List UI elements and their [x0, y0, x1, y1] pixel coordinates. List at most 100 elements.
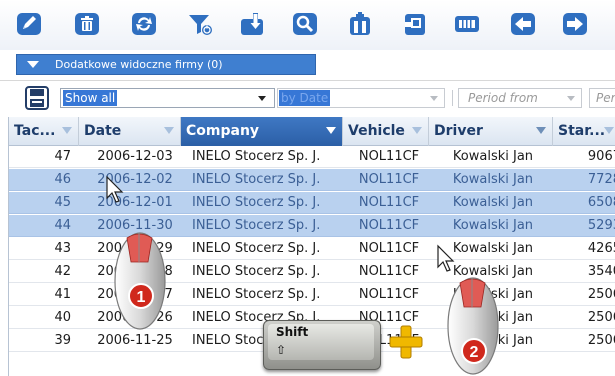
- cell-vehicle: NOL11CF: [358, 241, 420, 256]
- cell-date: 2006-11-30: [97, 218, 173, 233]
- filter-icon: [189, 15, 212, 35]
- grid-header: Tac... Date Company Vehicle Driver Star.…: [9, 117, 615, 146]
- column-header-vehicle[interactable]: Vehicle: [343, 117, 429, 146]
- cell-start: 6508: [587, 195, 615, 210]
- insert-column-button[interactable]: [345, 10, 375, 38]
- view-select[interactable]: Show all: [60, 88, 275, 108]
- export-icon: [405, 14, 425, 35]
- edit-button[interactable]: [14, 10, 44, 38]
- column-filter-icon[interactable]: [326, 127, 336, 134]
- column-header-label: Driver: [434, 123, 483, 139]
- cell-vehicle: NOL11CF: [358, 264, 420, 279]
- column-header-tachograph[interactable]: Tac...: [9, 117, 79, 146]
- divider: [452, 90, 453, 106]
- table-row[interactable]: 41 2006-11-27 INELO Stocerz Sp. J. NOL11CF K…: [9, 284, 615, 306]
- cell-tac: 42: [54, 264, 71, 279]
- cell-company: INELO Stocerz Sp. J.: [192, 172, 321, 187]
- cell-date: 2006-12-01: [97, 195, 173, 210]
- cell-vehicle: NOL11CF: [358, 149, 420, 164]
- cell-start: 4265: [587, 241, 615, 256]
- import-icon: [241, 13, 263, 35]
- cell-company: INELO Stocerz Sp. J.: [192, 241, 321, 256]
- column-header-date[interactable]: Date: [79, 117, 181, 146]
- back-button[interactable]: [508, 10, 538, 38]
- cell-tac: 40: [54, 310, 71, 325]
- column-header-label: Tac...: [14, 123, 56, 139]
- save-icon[interactable]: [24, 86, 50, 110]
- export-button[interactable]: [400, 10, 430, 38]
- cell-tac: 44: [54, 218, 71, 233]
- cell-tac: 41: [54, 287, 71, 302]
- cell-tac: 39: [54, 333, 71, 348]
- cell-date: 2006-11-28: [97, 264, 173, 279]
- cell-driver: Kowalski Jan: [452, 149, 534, 164]
- cell-vehicle: NOL11CF: [358, 287, 420, 302]
- column-width-button[interactable]: [452, 10, 482, 38]
- search-button[interactable]: [290, 10, 320, 38]
- cell-company: INELO Stocerz Sp. J.: [192, 264, 321, 279]
- cell-driver: Kowalski Jan: [452, 264, 534, 279]
- column-header-company[interactable]: Company: [181, 117, 343, 146]
- period-to-placeholder: Period to: [596, 91, 615, 105]
- chevron-down-icon[interactable]: [258, 96, 266, 101]
- shift-key: Shift ⇧: [263, 320, 381, 370]
- edit-icon: [17, 13, 41, 35]
- cell-tac: 45: [54, 195, 71, 210]
- column-filter-icon[interactable]: [536, 127, 546, 134]
- column-header-label: Company: [186, 123, 260, 139]
- table-row[interactable]: 47 2006-12-03 INELO Stocerz Sp. J. NOL11CF K…: [9, 146, 615, 168]
- cell-start: 2506: [587, 287, 615, 302]
- period-to-field[interactable]: Period to: [589, 88, 615, 108]
- column-filter-icon[interactable]: [604, 127, 614, 134]
- column-filter-icon[interactable]: [412, 127, 422, 134]
- cell-vehicle: NOL11CF: [358, 195, 420, 210]
- column-header-label: Vehicle: [348, 123, 405, 139]
- refresh-icon: [132, 13, 156, 35]
- cell-tac: 46: [54, 172, 71, 187]
- cell-start: 2506: [587, 333, 615, 348]
- filter-button[interactable]: [185, 10, 215, 38]
- column-header-start[interactable]: Star...: [553, 117, 615, 146]
- cell-company: INELO Stocerz Sp. J.: [192, 287, 321, 302]
- chevron-down-icon[interactable]: [567, 96, 575, 101]
- shift-key-label: Shift: [276, 325, 309, 339]
- additional-companies-bar[interactable]: Dodatkowe widoczne firmy (0): [16, 54, 316, 75]
- forward-arrow-icon: [563, 13, 587, 35]
- cell-start: 7728: [587, 172, 615, 187]
- insert-column-icon: [350, 12, 370, 35]
- table-row[interactable]: 42 2006-11-28 INELO Stocerz Sp. J. NOL11CF K…: [9, 261, 615, 283]
- refresh-button[interactable]: [129, 10, 159, 38]
- cell-company: INELO Stocerz Sp. J.: [192, 218, 321, 233]
- cell-start: 9067: [587, 149, 615, 164]
- period-from-field[interactable]: Period from: [458, 88, 582, 108]
- table-row[interactable]: 46 2006-12-02 INELO Stocerz Sp. J. NOL11CF K…: [9, 169, 615, 191]
- forward-button[interactable]: [560, 10, 590, 38]
- column-filter-icon[interactable]: [164, 127, 174, 134]
- cell-start: 3540: [587, 264, 615, 279]
- cell-date: 2006-11-29: [97, 241, 173, 256]
- column-width-icon: [455, 16, 479, 32]
- filter-row: Show all by Date Period from Period to: [0, 80, 615, 114]
- chevron-down-icon[interactable]: [430, 96, 438, 101]
- cell-company: INELO Stocerz Sp. J.: [192, 149, 321, 164]
- cell-driver: Kowalski Jan: [452, 172, 534, 187]
- delete-button[interactable]: [72, 10, 102, 38]
- column-header-driver[interactable]: Driver: [429, 117, 553, 146]
- import-button[interactable]: [238, 10, 268, 38]
- cell-vehicle: NOL11CF: [358, 172, 420, 187]
- column-header-label: Date: [84, 123, 122, 139]
- sort-select[interactable]: by Date: [277, 88, 445, 108]
- cell-date: 2006-11-27: [97, 287, 173, 302]
- additional-companies-label: Dodatkowe widoczne firmy (0): [55, 58, 223, 71]
- column-filter-icon[interactable]: [62, 127, 72, 134]
- cell-start: 2506: [587, 310, 615, 325]
- table-row[interactable]: 45 2006-12-01 INELO Stocerz Sp. J. NOL11CF K…: [9, 192, 615, 214]
- period-from-placeholder: Period from: [468, 91, 538, 105]
- cell-date: 2006-11-25: [97, 333, 173, 348]
- cell-vehicle: NOL11CF: [358, 218, 420, 233]
- cell-start: 5293: [587, 218, 615, 233]
- expand-triangle-icon[interactable]: [27, 61, 39, 68]
- table-row[interactable]: 44 2006-11-30 INELO Stocerz Sp. J. NOL11CF K…: [9, 215, 615, 237]
- table-row[interactable]: 43 2006-11-29 INELO Stocerz Sp. J. NOL11CF K…: [9, 238, 615, 260]
- cell-driver: Kowalski Jan: [452, 333, 534, 348]
